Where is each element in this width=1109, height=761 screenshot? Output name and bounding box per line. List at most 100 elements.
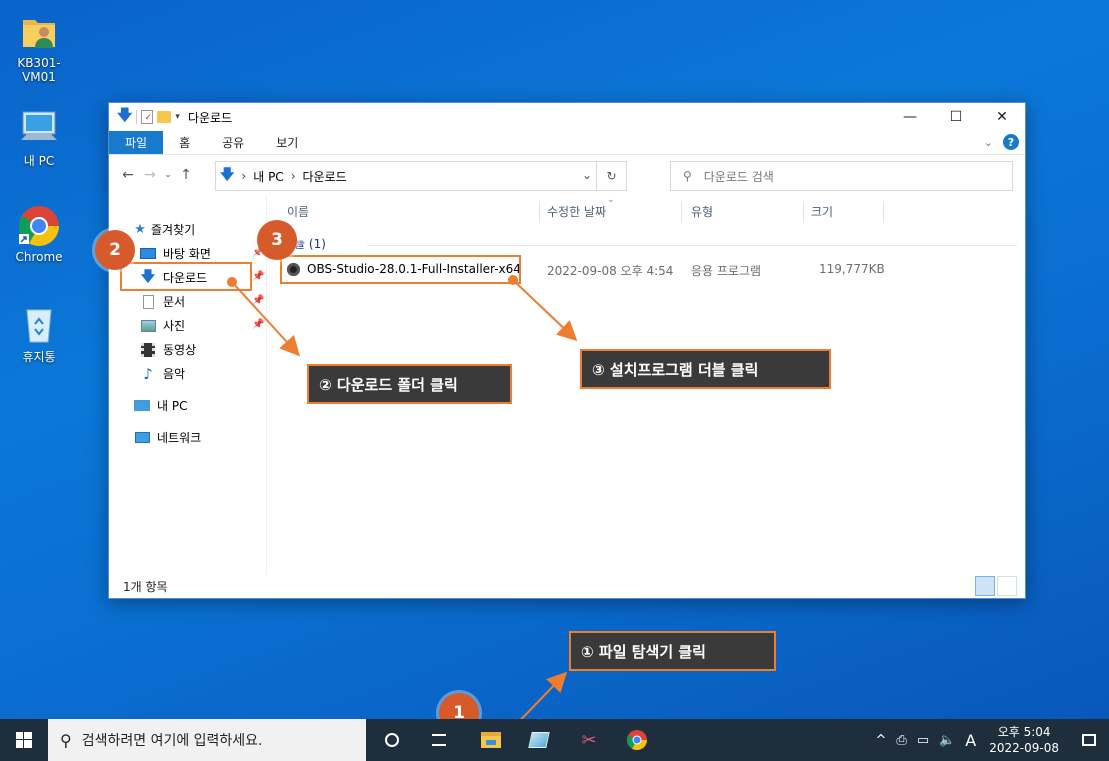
network-icon[interactable]: ▭ bbox=[917, 733, 929, 748]
desktop-icon-this-pc[interactable]: 내 PC bbox=[1, 106, 77, 169]
column-header-date[interactable]: 수정한 날짜 bbox=[547, 203, 606, 220]
nav-item-documents[interactable]: 문서 bbox=[139, 293, 185, 310]
recent-locations-button[interactable]: ⌄ bbox=[161, 170, 175, 180]
properties-icon[interactable]: ✓ bbox=[141, 110, 154, 124]
breadcrumb-separator-icon: › bbox=[290, 169, 296, 183]
search-box[interactable]: ⚲ 다운로드 검색 bbox=[670, 161, 1013, 191]
highlight-installer bbox=[280, 255, 521, 284]
nav-label: 네트워크 bbox=[157, 431, 202, 445]
ime-indicator[interactable]: A bbox=[965, 731, 976, 750]
nav-network[interactable]: 네트워크 bbox=[133, 429, 201, 446]
callout-step1: ① 파일 탐색기 클릭 bbox=[569, 631, 776, 671]
sort-indicator-icon: ⌄ bbox=[607, 195, 615, 205]
refresh-button[interactable]: ↻ bbox=[596, 162, 626, 190]
computer-icon bbox=[17, 106, 61, 150]
search-icon: ⚲ bbox=[683, 169, 692, 183]
new-folder-icon[interactable] bbox=[157, 111, 172, 123]
title-bar: 🡇 ✓ ▾ 다운로드 — ☐ ✕ bbox=[109, 103, 1025, 131]
task-view-button[interactable] bbox=[416, 719, 462, 761]
nav-item-music[interactable]: ♪ 음악 bbox=[139, 365, 185, 383]
callout-step2: ② 다운로드 폴더 클릭 bbox=[307, 364, 512, 404]
nav-label: 바탕 화면 bbox=[163, 247, 211, 261]
download-arrow-icon: 🡇 bbox=[220, 167, 235, 183]
pin-icon: 📌 bbox=[252, 295, 265, 306]
address-dropdown-icon[interactable]: ⌄ bbox=[582, 168, 592, 182]
nav-quick-access[interactable]: ★ 즐겨찾기 bbox=[133, 221, 195, 238]
cortana-button[interactable] bbox=[369, 719, 415, 761]
file-size: 119,777KB bbox=[819, 262, 885, 276]
breadcrumb-separator-icon: › bbox=[241, 169, 247, 183]
tab-view[interactable]: 보기 bbox=[260, 131, 314, 154]
customize-qa-icon[interactable]: ▾ bbox=[175, 112, 180, 122]
notepad-icon bbox=[528, 732, 550, 748]
taskbar-notepad[interactable] bbox=[516, 719, 562, 761]
nav-label: 문서 bbox=[163, 295, 186, 309]
task-view-icon bbox=[432, 734, 446, 746]
details-view-button[interactable] bbox=[975, 576, 995, 596]
large-icons-view-button[interactable] bbox=[997, 576, 1017, 596]
breadcrumb-downloads[interactable]: 다운로드 bbox=[303, 168, 347, 185]
star-icon: ★ bbox=[134, 222, 146, 237]
snipping-tool-icon: ✂ bbox=[581, 729, 597, 751]
help-icon[interactable]: ? bbox=[1003, 134, 1019, 150]
clock-date: 2022-09-08 bbox=[989, 741, 1059, 755]
clock[interactable]: 오후 5:04 2022-09-08 bbox=[989, 724, 1059, 756]
desktop-icon-chrome[interactable]: Chrome bbox=[1, 204, 77, 264]
column-header-name[interactable]: 이름 bbox=[287, 203, 309, 220]
expand-ribbon-icon[interactable]: ⌄ bbox=[984, 136, 993, 149]
status-bar: 1개 항목 bbox=[109, 574, 1025, 598]
step-badge-3: 3 bbox=[257, 220, 297, 260]
quick-access-toolbar: 🡇 ✓ ▾ bbox=[109, 105, 180, 130]
network-icon bbox=[133, 430, 151, 446]
address-bar[interactable]: 🡇 › 내 PC › 다운로드 ⌄ ↻ bbox=[215, 161, 627, 191]
download-arrow-icon: 🡇 bbox=[117, 105, 133, 124]
windows-logo-icon bbox=[16, 732, 32, 748]
step-badge-2: 2 bbox=[95, 230, 135, 270]
pin-icon: 📌 bbox=[252, 319, 265, 330]
nav-this-pc[interactable]: 내 PC bbox=[133, 397, 187, 414]
taskbar-snipping-tool[interactable]: ✂ bbox=[566, 719, 612, 761]
volume-icon[interactable]: 🔈 bbox=[939, 733, 955, 748]
taskbar-search-box[interactable]: ⚲ 검색하려면 여기에 입력하세요. bbox=[48, 719, 366, 761]
search-icon: ⚲ bbox=[60, 730, 72, 750]
column-header-size[interactable]: 크기 bbox=[811, 203, 833, 220]
desktop-icon-recycle-bin[interactable]: 휴지통 bbox=[1, 302, 77, 365]
taskbar-file-explorer[interactable] bbox=[468, 719, 514, 761]
nav-item-pictures[interactable]: 사진 bbox=[139, 317, 185, 334]
desktop-icon bbox=[139, 246, 157, 262]
minimize-button[interactable]: — bbox=[887, 103, 933, 131]
window-title: 다운로드 bbox=[187, 110, 233, 125]
file-type: 응용 프로그램 bbox=[691, 264, 762, 278]
nav-item-desktop[interactable]: 바탕 화면 bbox=[139, 245, 211, 262]
desktop-icon-label: KB301-VM01 bbox=[17, 56, 61, 84]
taskbar-chrome[interactable] bbox=[614, 719, 660, 761]
notification-center-button[interactable] bbox=[1069, 719, 1109, 761]
user-folder-icon bbox=[17, 10, 61, 54]
back-button[interactable]: ← bbox=[117, 167, 139, 183]
tab-file[interactable]: 파일 bbox=[109, 131, 164, 154]
taskbar: ⚲ 검색하려면 여기에 입력하세요. ✂ ^ ⎙ ▭ 🔈 A 오후 5:04 2… bbox=[0, 719, 1109, 761]
start-button[interactable] bbox=[0, 719, 48, 761]
forward-button[interactable]: → bbox=[139, 167, 161, 183]
nav-label: 동영상 bbox=[163, 343, 197, 357]
close-button[interactable]: ✕ bbox=[979, 103, 1025, 131]
desktop-icon-user-folder[interactable]: KB301-VM01 bbox=[1, 10, 77, 84]
video-icon bbox=[139, 342, 157, 358]
ribbon-tabs: 파일 홈 공유 보기 ⌄ ? bbox=[109, 131, 1025, 155]
meet-now-icon[interactable]: ⎙ bbox=[896, 733, 906, 748]
column-header-type[interactable]: 유형 bbox=[691, 203, 713, 220]
maximize-button[interactable]: ☐ bbox=[933, 103, 979, 131]
nav-label: 내 PC bbox=[157, 399, 188, 413]
recycle-bin-icon bbox=[17, 302, 61, 346]
clock-time: 오후 5:04 bbox=[997, 725, 1051, 739]
breadcrumb-this-pc[interactable]: 내 PC bbox=[253, 168, 283, 185]
chrome-icon bbox=[17, 204, 61, 248]
up-button[interactable]: ↑ bbox=[175, 167, 197, 183]
show-hidden-icons-icon[interactable]: ^ bbox=[876, 733, 887, 748]
tab-share[interactable]: 공유 bbox=[206, 131, 260, 154]
system-tray: ^ ⎙ ▭ 🔈 A 오후 5:04 2022-09-08 bbox=[871, 719, 1109, 761]
tab-home[interactable]: 홈 bbox=[163, 131, 206, 154]
chrome-icon bbox=[627, 730, 647, 750]
nav-item-videos[interactable]: 동영상 bbox=[139, 341, 196, 358]
pictures-icon bbox=[139, 318, 157, 334]
